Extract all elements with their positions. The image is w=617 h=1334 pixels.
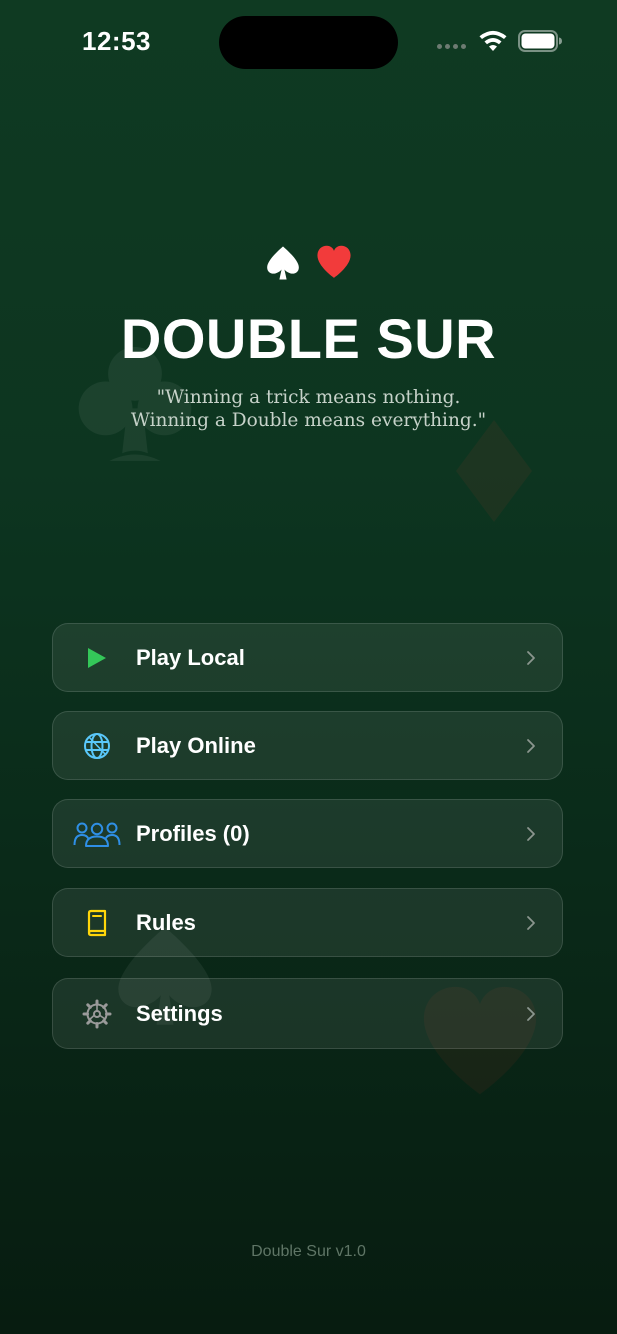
app-title: DOUBLE SUR [120, 307, 497, 370]
play-online-label: Play Online [136, 732, 256, 758]
heart-icon [316, 245, 351, 278]
settings-button[interactable]: Settings [52, 978, 563, 1049]
chevron-right-icon [527, 915, 535, 930]
people-icon [73, 817, 121, 851]
gear-icon [73, 997, 121, 1031]
play-online-button[interactable]: Play Online [52, 711, 563, 780]
rules-button[interactable]: Rules [52, 888, 563, 957]
book-icon [73, 906, 121, 940]
play-local-label: Play Local [136, 644, 245, 670]
chevron-right-icon [527, 650, 535, 665]
suit-icons [0, 244, 617, 282]
spade-icon [266, 246, 299, 280]
profiles-label: Profiles (0) [136, 820, 250, 846]
profiles-button[interactable]: Profiles (0) [52, 799, 563, 868]
version-label: Double Sur v1.0 [251, 1243, 366, 1260]
wifi-icon [479, 30, 507, 51]
status-time: 12:53 [82, 26, 151, 56]
play-icon [73, 641, 121, 675]
tagline-line-1: "Winning a trick means nothing. [156, 387, 461, 408]
cellular-dots-icon [437, 44, 466, 49]
chevron-right-icon [527, 826, 535, 841]
settings-label: Settings [136, 1000, 223, 1026]
play-local-button[interactable]: Play Local [52, 623, 563, 692]
diamond-watermark-icon [456, 420, 532, 522]
status-bar: 12:53 [0, 0, 617, 84]
rules-label: Rules [136, 909, 196, 935]
tagline-line-2: Winning a Double means everything." [130, 410, 487, 431]
tagline: "Winning a trick means nothing. Winning … [0, 386, 617, 432]
chevron-right-icon [527, 1006, 535, 1021]
battery-icon [518, 30, 562, 52]
chevron-right-icon [527, 738, 535, 753]
globe-icon [73, 729, 121, 763]
dynamic-island [219, 16, 398, 69]
